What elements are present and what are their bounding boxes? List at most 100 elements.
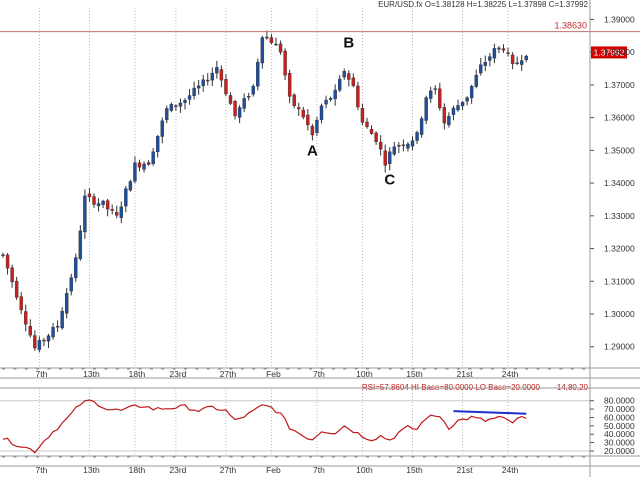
rsi-date-tick-label: 18th [129,465,146,475]
candle-body [14,280,19,298]
candle-body [315,119,319,133]
candle-body [155,136,160,153]
candle-body [256,61,260,87]
date-tick-label: 23rd [169,369,186,379]
date-tick-label: 10th [356,369,373,379]
candle-body [347,73,351,80]
candle-body [410,140,415,147]
candle-body [187,95,192,100]
candle-body [492,48,497,59]
candle-body [228,95,233,104]
rsi-trendline [453,410,527,415]
ohlc-header: EUR/USD.fx O=1.38128 H=1.38225 L=1.37898… [378,0,588,9]
candle-body [87,193,92,198]
candle-body [287,73,292,97]
candle-body [33,335,37,349]
price-tick-label: 1.37000 [604,80,635,90]
candle-body [183,100,187,104]
candle-body [5,254,10,269]
candle-body [169,104,174,111]
candle-body [360,108,365,123]
candle-body [397,145,401,147]
rsi-panel: RSI=57.8604 HI Base=80.0000 LO Base=20.0… [0,383,590,456]
candle-body [292,94,296,106]
price-grid [38,8,509,368]
candle-body [37,340,42,350]
rsi-date-tick-label: 24th [502,465,519,475]
candle-body [388,151,392,164]
candle-body [233,101,237,117]
rsi-date-tick-label: 7th [35,465,47,475]
candle-body [333,89,337,100]
candle-body [110,209,114,211]
candle-body [24,311,28,325]
candle-body [78,230,83,259]
candle-body [369,129,374,134]
candle-body [392,146,396,155]
candle-body [424,97,428,121]
candle-body [415,132,419,141]
candle-body [178,102,183,107]
price-candles [1,30,528,353]
candle-body [215,67,219,74]
candle-body [119,206,124,218]
candle-body [310,125,315,136]
candle-body [356,85,360,108]
rsi-date-tick-label: 21st [457,465,474,475]
rsi-date-tick-label: 27th [220,465,237,475]
candle-body [469,85,474,99]
date-tick-label: 24th [502,369,519,379]
date-tick-label: 7th [313,369,325,379]
price-tick-label: 1.33000 [604,211,635,221]
rsi-date-tick-label: 23rd [169,465,186,475]
price-tick-label: 1.30000 [604,309,635,319]
candle-body [224,79,228,95]
candle-body [1,254,5,256]
date-tick-label: 18th [129,369,146,379]
candle-body [60,310,64,329]
date-tick-label: 27th [220,369,237,379]
candle-body [174,105,178,107]
price-tick-label: 1.34000 [604,178,635,188]
candle-body [351,77,356,86]
date-tick-label: 7th [35,369,47,379]
candle-body [451,107,456,115]
candle-body [433,88,437,90]
candle-body [265,36,269,39]
candle-body [237,107,242,118]
candle-body [465,97,469,102]
candle-body [456,105,460,111]
date-tick-label: Feb [266,369,281,379]
candle-body [483,62,487,66]
candle-body [447,115,451,126]
annotation-c: C [384,172,395,189]
candle-body [419,118,424,135]
date-tick-label: 15th [406,369,423,379]
candle-body [201,79,205,86]
candle-body [319,105,324,121]
candle-body [210,72,215,81]
candle-body [128,181,133,191]
candle-body [10,267,14,283]
candle-body [278,43,283,53]
candle-body [219,69,224,81]
candle-body [442,107,447,124]
candle-body [19,296,23,311]
rsi-tick-label: 20.0000 [604,446,635,456]
rsi-line [2,399,527,454]
candle-body [160,120,164,137]
candle-body [196,85,201,89]
candle-body [515,62,519,64]
candle-body [328,98,333,100]
candle-body [520,60,524,65]
rsi-date-tick-label: Feb [266,465,281,475]
price-overlay: 1.38630 EUR/USD.fx O=1.38128 H=1.38225 L=… [0,0,640,189]
candle-body [46,335,51,342]
candle-body [474,75,478,87]
candle-body [460,102,465,107]
price-tick-label: 1.39000 [604,14,635,24]
annotation-a: A [307,142,318,159]
candle-body [42,339,46,342]
candle-body [246,96,251,98]
price-tick-label: 1.31000 [604,276,635,286]
